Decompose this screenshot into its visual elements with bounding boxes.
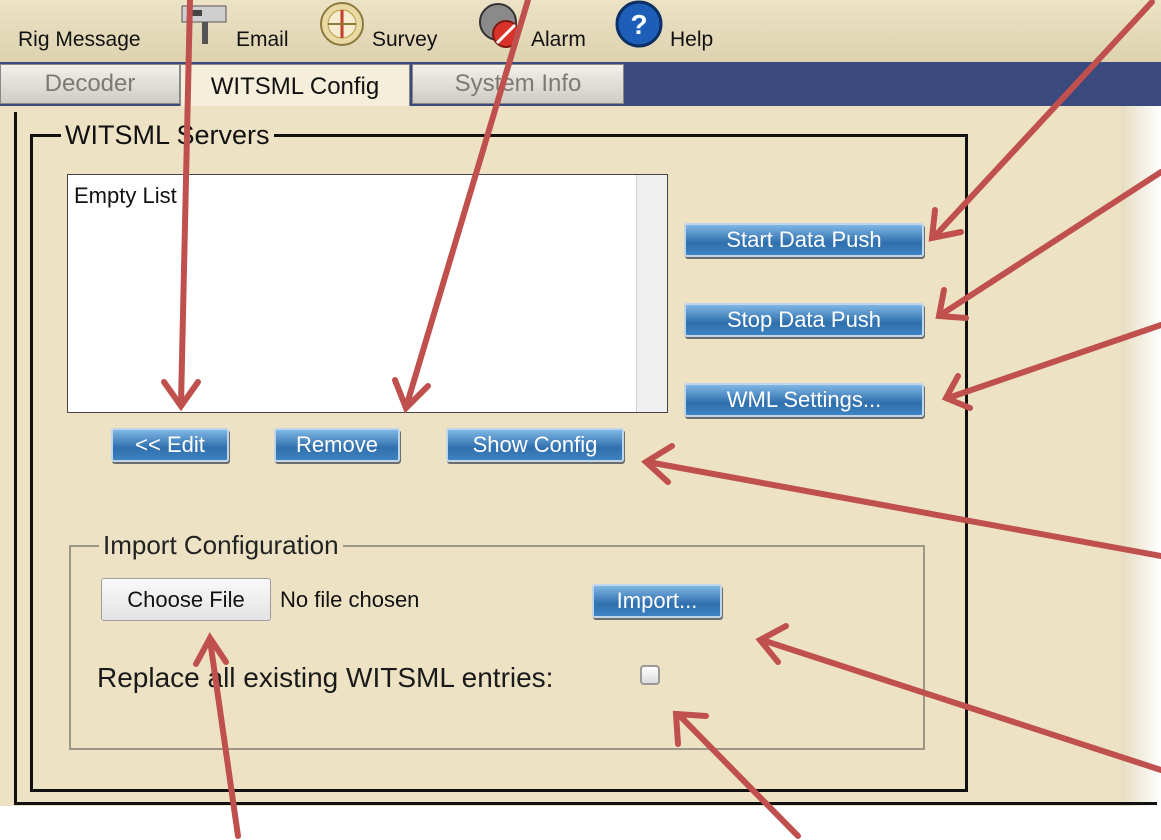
stop-data-push-button[interactable]: Stop Data Push [684,303,924,337]
tab-witsml-config-label: WITSML Config [210,72,380,100]
replace-entries-checkbox[interactable] [640,665,660,685]
toolbar-help[interactable]: Help [670,28,713,52]
no-file-chosen-text: No file chosen [280,587,420,612]
server-list[interactable]: Empty List [67,174,668,413]
toolbar-survey-label: Survey [372,28,438,51]
tab-decoder[interactable]: Decoder [0,64,180,104]
start-data-push-button[interactable]: Start Data Push [684,223,924,257]
toolbar-email-label: Email [236,28,289,51]
tab-witsml-config[interactable]: WITSML Config [180,64,410,108]
top-toolbar: Rig Message Email Survey Alarm ? Help [0,0,1161,64]
witsml-servers-legend: WITSML Servers [65,120,270,150]
tab-system-info-label: System Info [454,70,582,97]
server-list-empty-text: Empty List [74,183,177,208]
svg-text:?: ? [630,9,647,40]
screenshot-stage: Rig Message Email Survey Alarm ? Help De… [0,0,1161,840]
edit-button[interactable]: << Edit [111,428,229,462]
replace-entries-label: Replace all existing WITSML entries: [97,662,554,693]
toolbar-alarm-label: Alarm [531,28,586,51]
tab-decoder-label: Decoder [44,70,136,97]
show-config-button[interactable]: Show Config [446,428,624,462]
choose-file-button[interactable]: Choose File [101,578,271,621]
toolbar-rig-message-label: Rig Message [18,28,141,51]
email-icon [181,5,227,44]
toolbar-survey[interactable]: Survey [372,28,437,52]
alarm-icon [479,3,520,48]
toolbar-email[interactable]: Email [236,28,289,52]
import-configuration-group: Import Configuration [69,530,925,750]
toolbar-rig-message[interactable]: Rig Message [18,28,141,52]
survey-icon [320,2,364,46]
server-list-scrollbar[interactable] [636,175,667,412]
import-configuration-legend: Import Configuration [103,530,339,560]
import-button[interactable]: Import... [592,584,722,618]
torn-edge-bottom [0,806,1161,840]
toolbar-help-label: Help [670,28,714,51]
tab-system-info[interactable]: System Info [412,64,624,104]
tab-bar: Decoder WITSML Config System Info [0,62,1161,108]
toolbar-alarm[interactable]: Alarm [531,28,586,52]
remove-button[interactable]: Remove [274,428,400,462]
help-icon: ? [615,0,663,48]
wml-settings-button[interactable]: WML Settings... [684,383,924,417]
